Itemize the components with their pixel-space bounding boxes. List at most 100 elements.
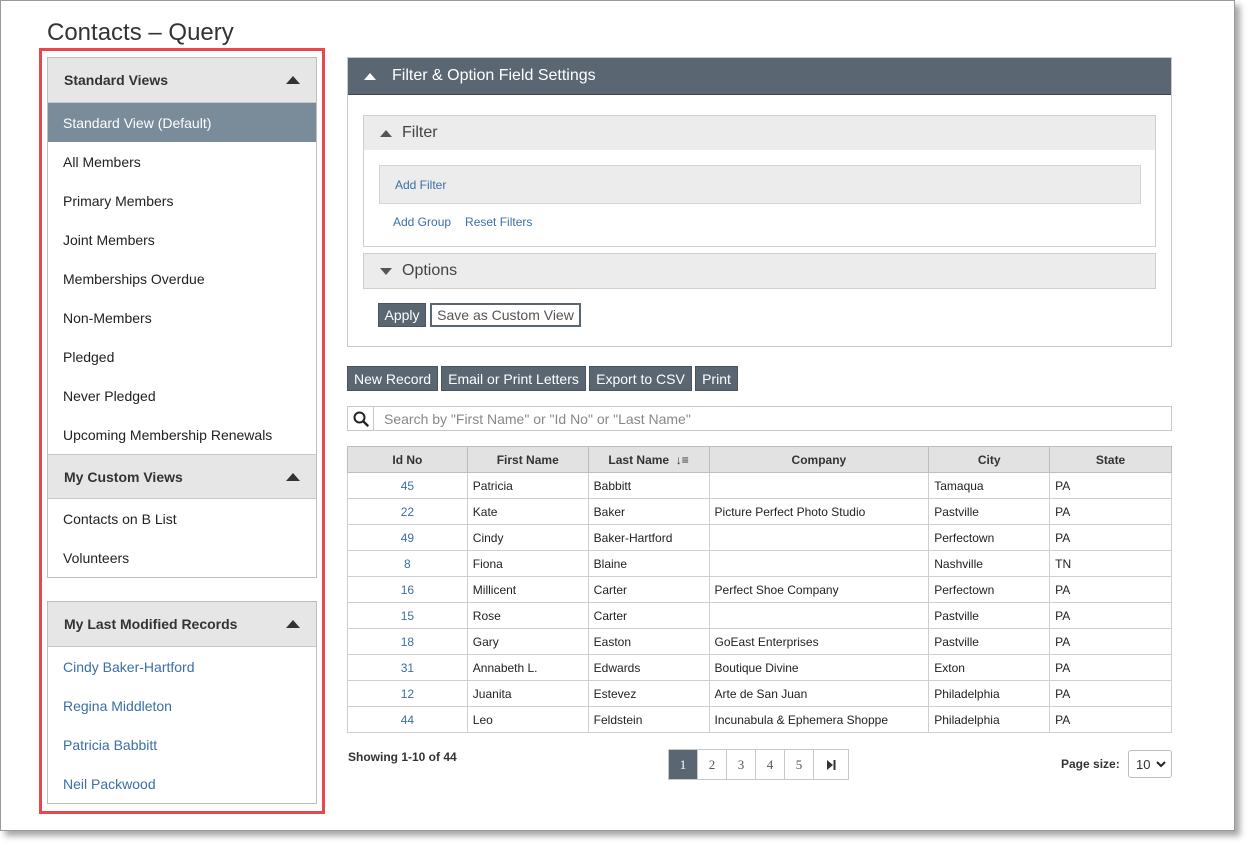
filter-settings-title: Filter & Option Field Settings xyxy=(392,67,596,84)
cell: Perfectown xyxy=(928,524,1051,551)
cell: Tamaqua xyxy=(928,472,1051,499)
search-icon[interactable] xyxy=(348,407,374,430)
table-row: 16 Millicent Carter Perfect Shoe Company Per… xyxy=(347,576,1172,603)
filter-links: Add Group Reset Filters xyxy=(393,215,532,229)
search-input[interactable] xyxy=(374,410,1171,427)
cell: Kate xyxy=(466,498,589,525)
record-link[interactable]: Regina Middleton xyxy=(48,686,316,725)
export-csv-button[interactable]: Export to CSV xyxy=(589,366,692,391)
add-filter-area: Add Filter xyxy=(379,165,1141,204)
sidebar-item-standard-view[interactable]: Standard View (Default) xyxy=(48,103,316,142)
filter-title: Filter xyxy=(402,124,438,141)
last-page-icon[interactable] xyxy=(814,750,848,779)
filter-header[interactable]: Filter xyxy=(364,116,1155,150)
page-size-value: 10 xyxy=(1136,756,1151,772)
collapse-icon[interactable] xyxy=(286,620,300,628)
cell: Carter xyxy=(587,576,710,603)
cell: Blaine xyxy=(587,550,710,577)
collapse-icon[interactable] xyxy=(286,472,300,481)
add-group-link[interactable]: Add Group xyxy=(393,215,451,229)
sidebar-item-all-members[interactable]: All Members xyxy=(48,142,316,181)
id-link[interactable]: 44 xyxy=(347,706,468,733)
cell: Patricia xyxy=(466,472,589,499)
collapse-icon[interactable] xyxy=(286,76,300,84)
cell: PA xyxy=(1049,628,1172,655)
cell: Baker-Hartford xyxy=(587,524,710,551)
cell: Edwards xyxy=(587,654,710,681)
table-row: 12 Juanita Estevez Arte de San Juan Philadel… xyxy=(347,680,1172,707)
page-button-2[interactable]: 2 xyxy=(698,750,727,779)
record-link[interactable]: Cindy Baker-Hartford xyxy=(48,647,316,686)
id-link[interactable]: 8 xyxy=(347,550,468,577)
cell xyxy=(708,550,930,577)
save-custom-view-button[interactable]: Save as Custom View xyxy=(430,303,581,327)
collapse-icon[interactable] xyxy=(364,72,376,80)
column-header-last-name[interactable]: Last Name ↓≡ xyxy=(587,446,710,473)
cell: Fiona xyxy=(466,550,589,577)
expand-icon[interactable] xyxy=(380,267,392,275)
sidebar-item-memberships-overdue[interactable]: Memberships Overdue xyxy=(48,259,316,298)
record-link[interactable]: Neil Packwood xyxy=(48,764,316,803)
cell: Feldstein xyxy=(587,706,710,733)
id-link[interactable]: 22 xyxy=(347,498,468,525)
id-link[interactable]: 45 xyxy=(347,472,468,499)
id-link[interactable]: 12 xyxy=(347,680,468,707)
sidebar-item-never-pledged[interactable]: Never Pledged xyxy=(48,376,316,415)
id-link[interactable]: 16 xyxy=(347,576,468,603)
standard-views-header[interactable]: Standard Views xyxy=(48,58,316,103)
add-filter-link[interactable]: Add Filter xyxy=(395,178,446,192)
last-modified-panel: My Last Modified Records Cindy Baker-Har… xyxy=(47,601,317,804)
page-button-3[interactable]: 3 xyxy=(727,750,756,779)
cell: GoEast Enterprises xyxy=(708,628,930,655)
column-header-state[interactable]: State xyxy=(1049,446,1172,473)
sidebar-item-volunteers[interactable]: Volunteers xyxy=(48,538,316,577)
table-header-row: Id No First Name Last Name ↓≡ Company Ci… xyxy=(347,446,1172,473)
sidebar-item-primary-members[interactable]: Primary Members xyxy=(48,181,316,220)
email-print-button[interactable]: Email or Print Letters xyxy=(441,366,586,391)
record-link[interactable]: Patricia Babbitt xyxy=(48,725,316,764)
cell: Incunabula & Ephemera Shoppe xyxy=(708,706,930,733)
record-count: Showing 1-10 of 44 xyxy=(348,750,457,764)
table-row: 31 Annabeth L. Edwards Boutique Divine Exton… xyxy=(347,654,1172,681)
page-button-1[interactable]: 1 xyxy=(669,750,698,779)
cell: Baker xyxy=(587,498,710,525)
id-link[interactable]: 18 xyxy=(347,628,468,655)
standard-views-title: Standard Views xyxy=(64,72,169,88)
search-bar xyxy=(347,406,1172,431)
custom-views-title: My Custom Views xyxy=(64,468,183,485)
print-button[interactable]: Print xyxy=(695,366,738,391)
page-button-4[interactable]: 4 xyxy=(756,750,785,779)
new-record-button[interactable]: New Record xyxy=(347,366,438,391)
cell: Leo xyxy=(466,706,589,733)
cell: Philadelphia xyxy=(928,706,1051,733)
id-link[interactable]: 31 xyxy=(347,654,468,681)
column-header-company[interactable]: Company xyxy=(708,446,930,473)
apply-button[interactable]: Apply xyxy=(378,303,426,327)
cell: TN xyxy=(1049,550,1172,577)
column-header-first-name[interactable]: First Name xyxy=(466,446,589,473)
sidebar-item-b-list[interactable]: Contacts on B List xyxy=(48,499,316,538)
custom-views-header[interactable]: My Custom Views xyxy=(48,454,316,499)
page-button-5[interactable]: 5 xyxy=(785,750,814,779)
pagination: 1 2 3 4 5 xyxy=(668,749,849,780)
cell: PA xyxy=(1049,472,1172,499)
sidebar-item-pledged[interactable]: Pledged xyxy=(48,337,316,376)
last-modified-header[interactable]: My Last Modified Records xyxy=(48,602,316,647)
column-header-id[interactable]: Id No xyxy=(347,446,468,473)
reset-filters-link[interactable]: Reset Filters xyxy=(465,215,532,229)
cell: Nashville xyxy=(928,550,1051,577)
filter-settings-header[interactable]: Filter & Option Field Settings xyxy=(348,58,1171,95)
options-header[interactable]: Options xyxy=(364,254,1155,288)
page-size-select[interactable]: 10 xyxy=(1128,750,1172,778)
id-link[interactable]: 15 xyxy=(347,602,468,629)
sidebar-item-joint-members[interactable]: Joint Members xyxy=(48,220,316,259)
column-header-city[interactable]: City xyxy=(928,446,1051,473)
id-link[interactable]: 49 xyxy=(347,524,468,551)
sidebar-item-upcoming-renewals[interactable]: Upcoming Membership Renewals xyxy=(48,415,316,454)
cell: PA xyxy=(1049,576,1172,603)
cell: Perfect Shoe Company xyxy=(708,576,930,603)
collapse-icon[interactable] xyxy=(380,129,392,137)
sidebar-item-non-members[interactable]: Non-Members xyxy=(48,298,316,337)
cell: PA xyxy=(1049,498,1172,525)
sort-ascending-icon[interactable]: ↓≡ xyxy=(676,453,689,467)
